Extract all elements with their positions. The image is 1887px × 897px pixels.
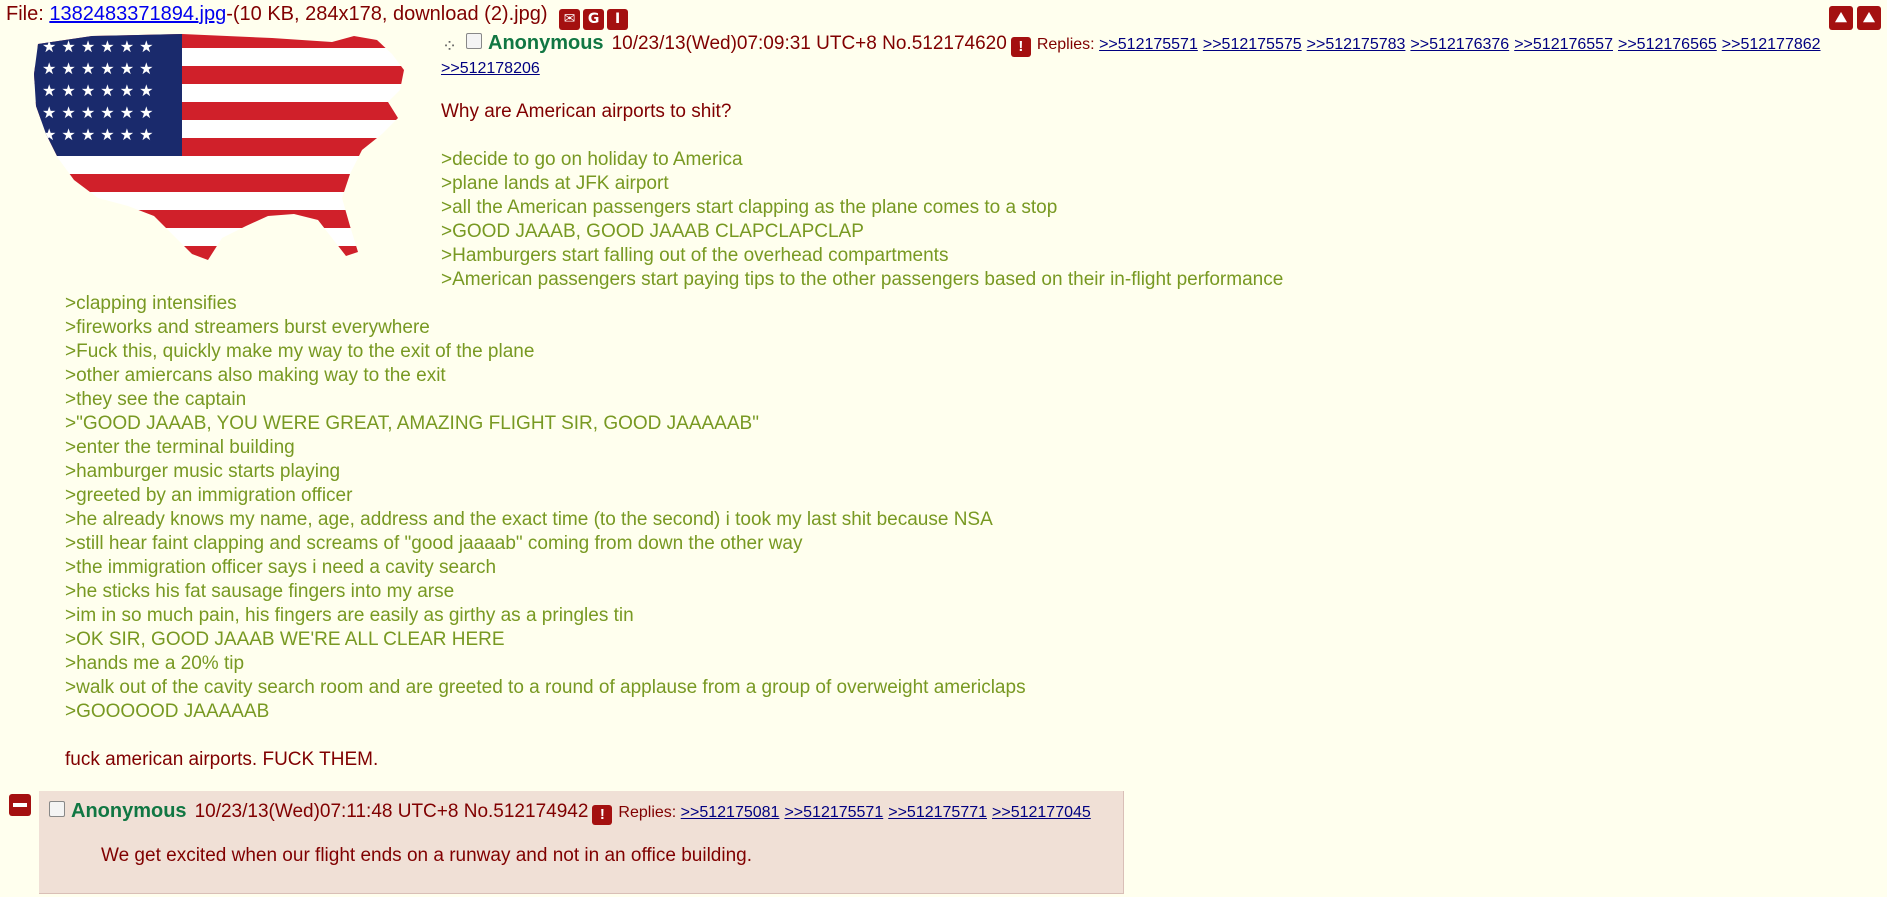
report-icon[interactable]: ! (592, 805, 613, 825)
op-replies: Replies: >>512175571 >>512175575 >>5121757… (1037, 36, 1826, 53)
greentext-line: >decide to go on holiday to America (441, 149, 743, 170)
reply-select-checkbox[interactable] (49, 801, 65, 817)
greentext-line: >clapping intensifies (65, 293, 237, 314)
greentext-line: >American passengers start paying tips t… (441, 269, 1284, 290)
greentext-line: >he already knows my name, age, address … (65, 509, 993, 530)
greentext-line: >the immigration officer says i need a c… (65, 557, 497, 578)
svg-text:★ ★ ★ ★ ★ ★: ★ ★ ★ ★ ★ ★ (42, 59, 154, 78)
reply-post-number[interactable]: No.512174942 (464, 801, 589, 822)
text-line: Why are American airports to shit? (441, 101, 732, 122)
reply-replies: Replies: >>512175081 >>512175571 >>5121757… (618, 804, 1095, 821)
svg-text:★ ★ ★ ★ ★ ★: ★ ★ ★ ★ ★ ★ (42, 81, 154, 100)
reply-poster-name: Anonymous (71, 800, 187, 822)
reply-link[interactable]: >>512175571 (784, 804, 883, 821)
greentext-line: >Hamburgers start falling out of the ove… (441, 245, 949, 266)
greentext-line: >they see the captain (65, 389, 247, 410)
file-info: File: 1382483371894.jpg-(10 KB, 284x178,… (6, 3, 629, 30)
reply-link[interactable]: >>512177862 (1722, 36, 1821, 53)
image-hover-icon[interactable]: ⁘ (442, 36, 464, 58)
google-icon[interactable]: G (583, 9, 605, 30)
greentext-line: >GOOD JAAAB, GOOD JAAAB CLAPCLAPCLAP (441, 221, 864, 242)
reply-link[interactable]: >>512175575 (1203, 36, 1302, 53)
op-select-checkbox[interactable] (466, 33, 482, 49)
reply-link[interactable]: >>512175783 (1307, 36, 1406, 53)
reply-link[interactable]: >>512176376 (1410, 36, 1509, 53)
text-line (65, 724, 1026, 748)
collapse-icon[interactable]: ⛰ (1857, 6, 1881, 30)
reply-link[interactable]: >>512175771 (888, 804, 987, 821)
greentext-line: >GOOOOOD JAAAAAB (65, 701, 270, 722)
file-label: File: (6, 3, 50, 25)
hide-post-icon[interactable] (9, 794, 31, 816)
greentext-line: >Fuck this, quickly make my way to the e… (65, 341, 535, 362)
op-poster-name: Anonymous (488, 32, 604, 54)
report-icon[interactable]: ! (1010, 37, 1031, 57)
reply-link[interactable]: >>512175571 (1099, 36, 1198, 53)
reply-link[interactable]: >>512176565 (1618, 36, 1717, 53)
op-post-header: ⁘ Anonymous 10/23/13(Wed)07:09:31 UTC+8 No… (442, 32, 1826, 58)
svg-text:★ ★ ★ ★ ★ ★: ★ ★ ★ ★ ★ ★ (42, 103, 154, 122)
svg-text:★ ★ ★ ★ ★ ★: ★ ★ ★ ★ ★ ★ (42, 125, 154, 144)
greentext-line: >fireworks and streamers burst everywher… (65, 317, 430, 338)
reply-datetime: 10/23/13(Wed)07:11:48 UTC+8 (194, 801, 459, 822)
replies-label: Replies: (618, 804, 677, 821)
reply-post-header: Anonymous 10/23/13(Wed)07:11:48 UTC+8 No.… (47, 800, 1096, 825)
text-line (441, 124, 1841, 148)
greentext-line: >im in so much pain, his fingers are eas… (65, 605, 634, 626)
reply-link[interactable]: >>512175081 (681, 804, 780, 821)
svg-text:★ ★ ★ ★ ★ ★: ★ ★ ★ ★ ★ ★ (42, 37, 154, 56)
reply-post: Anonymous 10/23/13(Wed)07:11:48 UTC+8 No.… (39, 791, 1124, 894)
file-meta: -(10 KB, 284x178, download (2).jpg) (226, 3, 548, 25)
greentext-line: >"GOOD JAAAB, YOU WERE GREAT, AMAZING FL… (65, 413, 759, 434)
greentext-line: >still hear faint clapping and screams o… (65, 533, 803, 554)
op-message-lower: >clapping intensifies >fireworks and stre… (65, 292, 1026, 772)
op-replies-wrap: >>512178206 (441, 60, 540, 78)
op-message-upper: Why are American airports to shit? >decid… (441, 100, 1841, 292)
iqdb-icon[interactable]: I (607, 9, 629, 30)
greentext-line: >all the American passengers start clapp… (441, 197, 1058, 218)
greentext-line: >walk out of the cavity search room and … (65, 677, 1026, 698)
reply-link[interactable]: >>512176557 (1514, 36, 1613, 53)
greentext-line: >other amiercans also making way to the … (65, 365, 446, 386)
file-link[interactable]: 1382483371894.jpg (49, 3, 226, 25)
op-post-number[interactable]: No.512174620 (882, 33, 1007, 54)
greentext-line: >hamburger music starts playing (65, 461, 341, 482)
text-line: fuck american airports. FUCK THEM. (65, 749, 379, 770)
usa-flag-map-image[interactable]: ★ ★ ★ ★ ★ ★ ★ ★ ★ ★ ★ ★ ★ ★ ★ ★ ★ ★ ★ ★ … (32, 30, 412, 266)
greentext-line: >greeted by an immigration officer (65, 485, 353, 506)
greentext-line: >hands me a 20% tip (65, 653, 245, 674)
reply-link[interactable]: >>512177045 (992, 804, 1091, 821)
reply-message: We get excited when our flight ends on a… (101, 845, 753, 866)
greentext-line: >enter the terminal building (65, 437, 295, 458)
replies-label: Replies: (1036, 36, 1095, 53)
op-datetime: 10/23/13(Wed)07:09:31 UTC+8 (611, 33, 877, 54)
top-right-controls: ⛰ ⛰ (1829, 6, 1881, 30)
reply-link[interactable]: >>512178206 (441, 60, 540, 77)
greentext-line: >he sticks his fat sausage fingers into … (65, 581, 455, 602)
image-expand-icon[interactable]: ⛰ (1829, 6, 1853, 30)
email-icon[interactable]: ✉ (559, 9, 581, 30)
greentext-line: >OK SIR, GOOD JAAAB WE'RE ALL CLEAR HERE (65, 629, 505, 650)
greentext-line: >plane lands at JFK airport (441, 173, 669, 194)
file-icons: ✉ G I (559, 9, 629, 30)
